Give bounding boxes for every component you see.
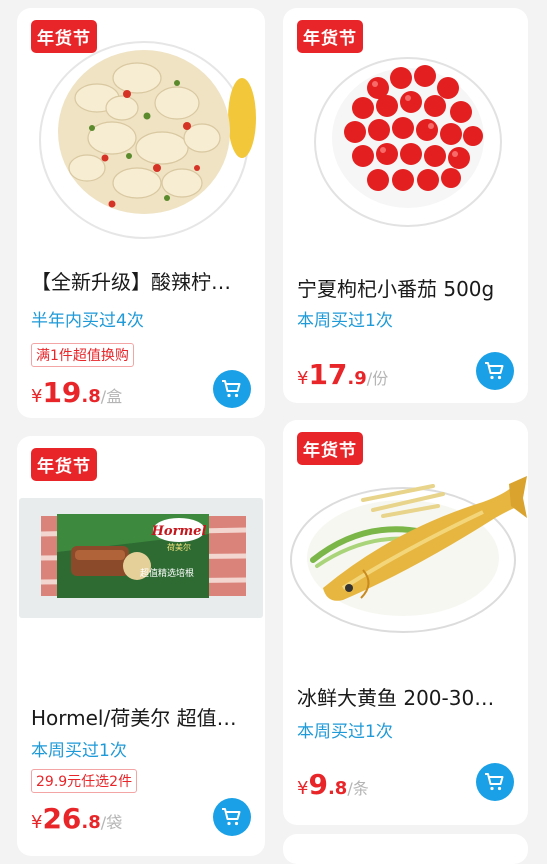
price-unit: /盒: [100, 387, 123, 406]
shopping-cart-icon: [222, 380, 241, 398]
product-card[interactable]: 年货节 Hormel 荷美尔 超值精选培根 Hormel/荷美尔 超值… 本周买…: [17, 436, 265, 856]
festival-badge: 年货节: [31, 448, 97, 481]
product-card[interactable]: 年货节 冰鲜大黄鱼 200-30… 本周买过1次 ¥9.8/条: [283, 420, 528, 825]
currency-symbol: ¥: [297, 778, 309, 799]
purchase-history: 本周买过1次: [297, 722, 393, 742]
price-decimal: .9: [347, 368, 367, 389]
price-decimal: .8: [81, 386, 101, 407]
currency-symbol: ¥: [297, 368, 309, 389]
festival-badge: 年货节: [297, 432, 363, 465]
purchase-history: 本周买过1次: [297, 311, 393, 331]
festival-badge: 年货节: [31, 20, 97, 53]
purchase-history: 本周买过1次: [31, 741, 127, 761]
price-unit: /条: [347, 779, 369, 798]
promo-tag[interactable]: 满1件超值换购: [31, 343, 134, 367]
shopping-cart-icon: [222, 808, 241, 826]
add-to-cart-button[interactable]: [213, 798, 251, 836]
currency-symbol: ¥: [31, 812, 43, 833]
add-to-cart-button[interactable]: [213, 370, 251, 408]
festival-badge: 年货节: [297, 20, 363, 53]
product-card[interactable]: 年货节 宁夏枸杞小番茄 500g 本周买过1次 ¥17.9/份: [283, 8, 528, 403]
price: ¥26.8/袋: [31, 802, 122, 835]
purchase-history: 半年内买过4次: [31, 311, 144, 331]
price: ¥19.8/盒: [31, 376, 122, 409]
price-decimal: .8: [81, 812, 101, 833]
product-title[interactable]: Hormel/荷美尔 超值…: [31, 702, 251, 731]
price-unit: /份: [366, 369, 389, 388]
currency-symbol: ¥: [31, 386, 43, 407]
add-to-cart-button[interactable]: [476, 763, 514, 801]
product-card[interactable]: 年货节 【全新升级】酸辣柠… 半年内买过4次 满1件超值换购 ¥19.8/盒: [17, 8, 265, 418]
package-label-text: 超值精选培根: [140, 567, 194, 579]
price: ¥9.8/条: [297, 768, 369, 801]
promo-tag[interactable]: 29.9元任选2件: [31, 769, 138, 793]
product-image: Hormel 荷美尔 超值精选培根: [17, 494, 265, 624]
price-integer: 19: [42, 376, 82, 409]
brand-cn-text: 荷美尔: [167, 542, 191, 552]
price-integer: 26: [42, 802, 82, 835]
price: ¥17.9/份: [297, 358, 388, 391]
brand-logo-text: Hormel: [151, 524, 207, 539]
price-integer: 17: [308, 358, 348, 391]
price-integer: 9: [308, 768, 328, 801]
price-unit: /袋: [100, 813, 123, 832]
product-title[interactable]: 冰鲜大黄鱼 200-30…: [297, 682, 514, 711]
product-title[interactable]: 宁夏枸杞小番茄 500g: [297, 273, 514, 302]
shopping-cart-icon: [485, 773, 504, 791]
add-to-cart-button[interactable]: [476, 352, 514, 390]
shopping-cart-icon: [485, 362, 504, 380]
product-card-partial[interactable]: [283, 834, 528, 864]
product-title[interactable]: 【全新升级】酸辣柠…: [31, 266, 251, 295]
price-decimal: .8: [327, 778, 348, 799]
